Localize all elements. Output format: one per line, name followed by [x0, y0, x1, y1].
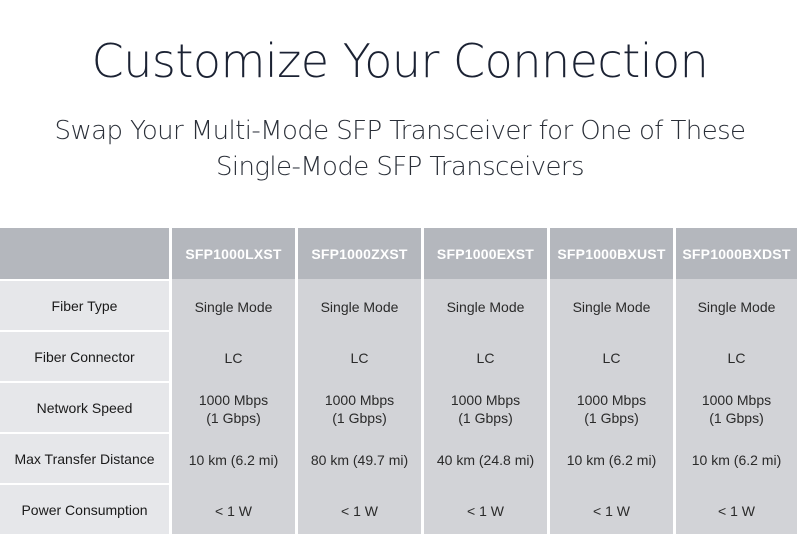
- table-cell: 1000 Mbps (1 Gbps): [701, 391, 772, 426]
- table-cell: 1000 Mbps (1 Gbps): [576, 391, 647, 426]
- subtitle-line-1: Swap Your Multi-Mode SFP Transceiver for…: [54, 116, 746, 146]
- table-cell: Single Mode: [320, 298, 399, 315]
- table-cell: LC: [602, 349, 621, 366]
- table-cell: Single Mode: [697, 298, 776, 315]
- table-cell: LC: [476, 349, 495, 366]
- page-subtitle: Swap Your Multi-Mode SFP Transceiver for…: [0, 113, 800, 185]
- comparison-table: Fiber Type Fiber Connector Network Speed…: [0, 228, 800, 534]
- table-cell: Single Mode: [446, 298, 525, 315]
- row-label-network-speed: Network Speed: [0, 383, 169, 432]
- table-corner-cell: [0, 228, 169, 279]
- product-column: SFP1000BXDST Single Mode LC 1000 Mbps (1…: [676, 228, 797, 534]
- table-cell: 10 km (6.2 mi): [566, 451, 657, 468]
- column-header: SFP1000LXST: [172, 228, 295, 279]
- product-column: SFP1000BXUST Single Mode LC 1000 Mbps (1…: [550, 228, 673, 534]
- product-column: SFP1000EXST Single Mode LC 1000 Mbps (1 …: [424, 228, 547, 534]
- table-cell: LC: [727, 349, 746, 366]
- column-header: SFP1000BXDST: [676, 228, 797, 279]
- row-label-fiber-type: Fiber Type: [0, 281, 169, 330]
- label-column: Fiber Type Fiber Connector Network Speed…: [0, 228, 169, 534]
- column-header: SFP1000EXST: [424, 228, 547, 279]
- table-cell: < 1 W: [341, 502, 378, 519]
- table-cell: 10 km (6.2 mi): [691, 451, 782, 468]
- table-cell: 1000 Mbps (1 Gbps): [198, 391, 269, 426]
- product-column: SFP1000ZXST Single Mode LC 1000 Mbps (1 …: [298, 228, 421, 534]
- table-cell: 1000 Mbps (1 Gbps): [324, 391, 395, 426]
- table-cell: < 1 W: [593, 502, 630, 519]
- table-cell: Single Mode: [194, 298, 273, 315]
- product-column: SFP1000LXST Single Mode LC 1000 Mbps (1 …: [172, 228, 295, 534]
- table-cell: Single Mode: [572, 298, 651, 315]
- table-cell: < 1 W: [215, 502, 252, 519]
- table-cell: LC: [350, 349, 369, 366]
- table-cell: < 1 W: [718, 502, 755, 519]
- subtitle-line-2: Single-Mode SFP Transceivers: [216, 152, 585, 182]
- table-cell: LC: [224, 349, 243, 366]
- column-header: SFP1000BXUST: [550, 228, 673, 279]
- table-cell: 40 km (24.8 mi): [436, 451, 535, 468]
- row-label-power-consumption: Power Consumption: [0, 485, 169, 534]
- row-label-fiber-connector: Fiber Connector: [0, 332, 169, 381]
- table-cell: < 1 W: [467, 502, 504, 519]
- page-title: Customize Your Connection: [91, 34, 709, 88]
- table-cell: 80 km (49.7 mi): [310, 451, 409, 468]
- row-label-max-transfer-distance: Max Transfer Distance: [0, 434, 169, 483]
- table-cell: 10 km (6.2 mi): [188, 451, 279, 468]
- table-cell: 1000 Mbps (1 Gbps): [450, 391, 521, 426]
- column-header: SFP1000ZXST: [298, 228, 421, 279]
